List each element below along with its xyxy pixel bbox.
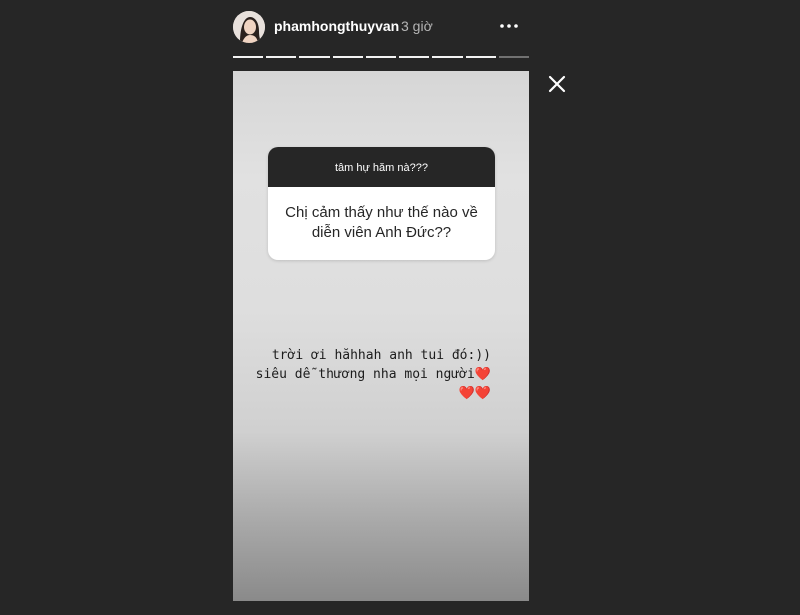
story-progress-bar xyxy=(233,56,529,59)
close-button[interactable] xyxy=(546,73,568,95)
more-options-button[interactable] xyxy=(497,14,521,38)
progress-segment xyxy=(399,56,430,58)
progress-segment xyxy=(233,56,264,58)
post-time: 3 giờ xyxy=(401,18,433,34)
progress-segment xyxy=(498,56,529,58)
username-link[interactable]: phamhongthuyvan xyxy=(274,18,399,34)
question-sticker-prompt: tâm hự hăm nà??? xyxy=(268,147,495,187)
question-text: Chị cảm thấy như thế nào về diễn viên An… xyxy=(285,204,478,241)
story-header: phamhongthuyvan 3 giờ xyxy=(233,8,529,46)
progress-segment xyxy=(299,56,330,58)
progress-segment xyxy=(266,56,297,58)
profile-avatar[interactable] xyxy=(233,11,265,43)
question-sticker: tâm hự hăm nà??? Chị cảm thấy như thế nà… xyxy=(268,147,495,260)
progress-segment xyxy=(365,56,397,58)
progress-segment xyxy=(432,56,463,58)
more-horizontal-icon xyxy=(500,24,518,28)
progress-segment xyxy=(465,56,496,58)
answer-text: trời ơi hăhhah anh tui đó:)) siêu dễ thư… xyxy=(255,348,491,401)
story-content[interactable]: tâm hự hăm nà??? Chị cảm thấy như thế nà… xyxy=(233,71,529,601)
avatar-photo-icon xyxy=(233,11,265,43)
progress-segment xyxy=(332,56,363,58)
close-icon xyxy=(548,75,566,93)
